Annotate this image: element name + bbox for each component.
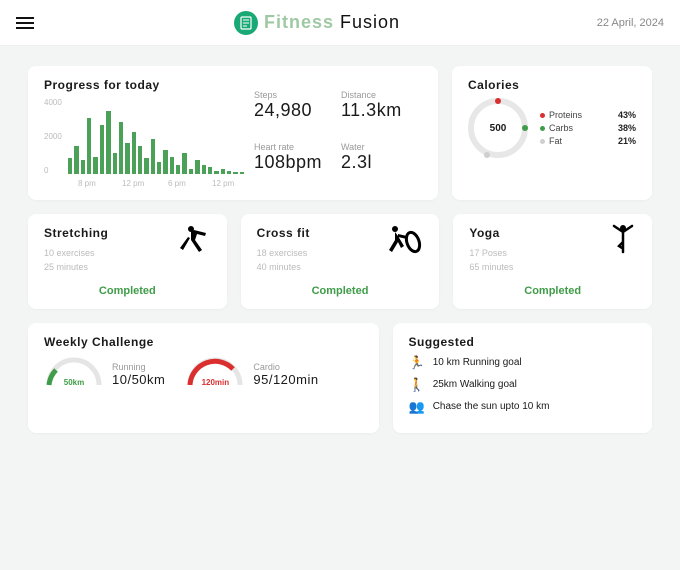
legend-proteins: Proteins bbox=[549, 110, 582, 120]
activity-status: Completed bbox=[257, 275, 424, 297]
progress-metrics: Steps 24,980 Distance 11.3km Heart rate … bbox=[254, 78, 422, 188]
dashboard-content: Progress for today 4000 2000 0 8 pm 12 p… bbox=[0, 46, 680, 445]
metric-label-distance: Distance bbox=[341, 90, 422, 100]
legend-proteins-pct: 43% bbox=[618, 110, 636, 120]
chart-xtick: 6 pm bbox=[168, 179, 186, 188]
chart-bar bbox=[221, 169, 225, 174]
chart-bar bbox=[125, 143, 129, 175]
chart-bar bbox=[138, 146, 142, 174]
gauge-value-cardio: 95/120min bbox=[253, 372, 318, 387]
calories-card: Calories 500 Proteins 43% Carbs 38% Fat 21% bbox=[452, 66, 652, 200]
gauge-center-running: 50km bbox=[64, 378, 84, 387]
calories-donut-chart: 500 bbox=[468, 98, 528, 158]
current-date: 22 April, 2024 bbox=[597, 17, 664, 29]
activity-status: Completed bbox=[44, 275, 211, 297]
crossfit-icon bbox=[385, 224, 425, 261]
suggested-text: Chase the sun upto 10 km bbox=[433, 401, 550, 412]
chart-bar bbox=[132, 132, 136, 174]
gauge-running: 50km Running 10/50km bbox=[44, 355, 165, 387]
calories-center-value: 500 bbox=[490, 123, 507, 134]
legend-carbs: Carbs bbox=[549, 123, 573, 133]
chart-bar bbox=[87, 118, 91, 174]
gauge-label-cardio: Cardio bbox=[253, 362, 318, 372]
chart-bar bbox=[157, 162, 161, 174]
calories-title: Calories bbox=[468, 78, 636, 92]
chart-ytick: 2000 bbox=[44, 132, 62, 141]
chart-bar bbox=[113, 153, 117, 174]
chart-bar bbox=[93, 157, 97, 175]
chart-bar bbox=[106, 111, 110, 174]
metric-value-heartrate: 108bpm bbox=[254, 152, 335, 173]
metric-value-water: 2.3l bbox=[341, 152, 422, 173]
chart-bar bbox=[233, 172, 237, 174]
activity-card-yoga[interactable]: Yoga 17 Poses 65 minutes Completed bbox=[453, 214, 652, 309]
chart-bar bbox=[100, 125, 104, 174]
suggested-item[interactable]: 🚶 25km Walking goal bbox=[409, 377, 637, 393]
chart-bar bbox=[163, 150, 167, 175]
progress-bar-chart: 4000 2000 0 8 pm 12 pm 6 pm 12 pm bbox=[44, 98, 244, 188]
activity-status: Completed bbox=[469, 275, 636, 297]
hamburger-menu-button[interactable] bbox=[16, 14, 34, 32]
chart-xtick: 12 pm bbox=[212, 179, 234, 188]
suggested-text: 10 km Running goal bbox=[433, 357, 522, 368]
chart-bar bbox=[151, 139, 155, 174]
metric-label-water: Water bbox=[341, 142, 422, 152]
activity-line2: 40 minutes bbox=[257, 260, 424, 274]
chart-bar bbox=[74, 146, 78, 174]
weekly-title: Weekly Challenge bbox=[44, 335, 363, 349]
chart-bar bbox=[176, 165, 180, 174]
group-run-icon: 👥 bbox=[409, 399, 425, 415]
brand-icon bbox=[234, 11, 258, 35]
chart-bar bbox=[170, 157, 174, 175]
chart-bar bbox=[195, 160, 199, 174]
chart-bar bbox=[189, 169, 193, 174]
yoga-icon bbox=[608, 224, 638, 261]
activity-card-stretching[interactable]: Stretching 10 exercises 25 minutes Compl… bbox=[28, 214, 227, 309]
chart-bar bbox=[202, 165, 206, 174]
chart-bar bbox=[240, 172, 244, 174]
suggested-card: Suggested 🏃 10 km Running goal 🚶 25km Wa… bbox=[393, 323, 653, 433]
suggested-title: Suggested bbox=[409, 335, 637, 349]
legend-fat-pct: 21% bbox=[618, 136, 636, 146]
activity-line2: 25 minutes bbox=[44, 260, 211, 274]
brand-text-first: Fitness bbox=[264, 12, 334, 33]
gauge-label-running: Running bbox=[112, 362, 165, 372]
chart-bar bbox=[68, 158, 72, 174]
progress-title: Progress for today bbox=[44, 78, 244, 92]
stretching-icon bbox=[177, 224, 213, 261]
brand: Fitness Fusion bbox=[234, 11, 400, 35]
calories-legend: Proteins 43% Carbs 38% Fat 21% bbox=[540, 107, 636, 149]
legend-carbs-pct: 38% bbox=[618, 123, 636, 133]
metric-value-distance: 11.3km bbox=[341, 100, 422, 121]
brand-text-second: Fusion bbox=[340, 12, 400, 33]
chart-bar bbox=[182, 153, 186, 174]
metric-value-steps: 24,980 bbox=[254, 100, 335, 121]
progress-today-card: Progress for today 4000 2000 0 8 pm 12 p… bbox=[28, 66, 438, 200]
chart-bar bbox=[119, 122, 123, 175]
activity-card-crossfit[interactable]: Cross fit 18 exercises 40 minutes Comple… bbox=[241, 214, 440, 309]
suggested-item[interactable]: 👥 Chase the sun upto 10 km bbox=[409, 399, 637, 415]
suggested-text: 25km Walking goal bbox=[433, 379, 517, 390]
app-header: Fitness Fusion 22 April, 2024 bbox=[0, 0, 680, 46]
suggested-item[interactable]: 🏃 10 km Running goal bbox=[409, 355, 637, 371]
chart-ytick: 0 bbox=[44, 166, 48, 175]
chart-bar bbox=[208, 167, 212, 174]
chart-xtick: 12 pm bbox=[122, 179, 144, 188]
activity-line2: 65 minutes bbox=[469, 260, 636, 274]
chart-bar bbox=[144, 158, 148, 174]
metric-label-heartrate: Heart rate bbox=[254, 142, 335, 152]
legend-fat: Fat bbox=[549, 136, 562, 146]
gauge-value-running: 10/50km bbox=[112, 372, 165, 387]
chart-xtick: 8 pm bbox=[78, 179, 96, 188]
walking-icon: 🚶 bbox=[409, 377, 425, 393]
chart-bar bbox=[81, 160, 85, 174]
chart-bar bbox=[214, 171, 218, 175]
gauge-cardio: 120min Cardio 95/120min bbox=[185, 355, 318, 387]
chart-bar bbox=[227, 171, 231, 174]
chart-ytick: 4000 bbox=[44, 98, 62, 107]
running-icon: 🏃 bbox=[409, 355, 425, 371]
gauge-center-cardio: 120min bbox=[202, 378, 230, 387]
weekly-challenge-card: Weekly Challenge 50km Running 10/50km bbox=[28, 323, 379, 433]
metric-label-steps: Steps bbox=[254, 90, 335, 100]
